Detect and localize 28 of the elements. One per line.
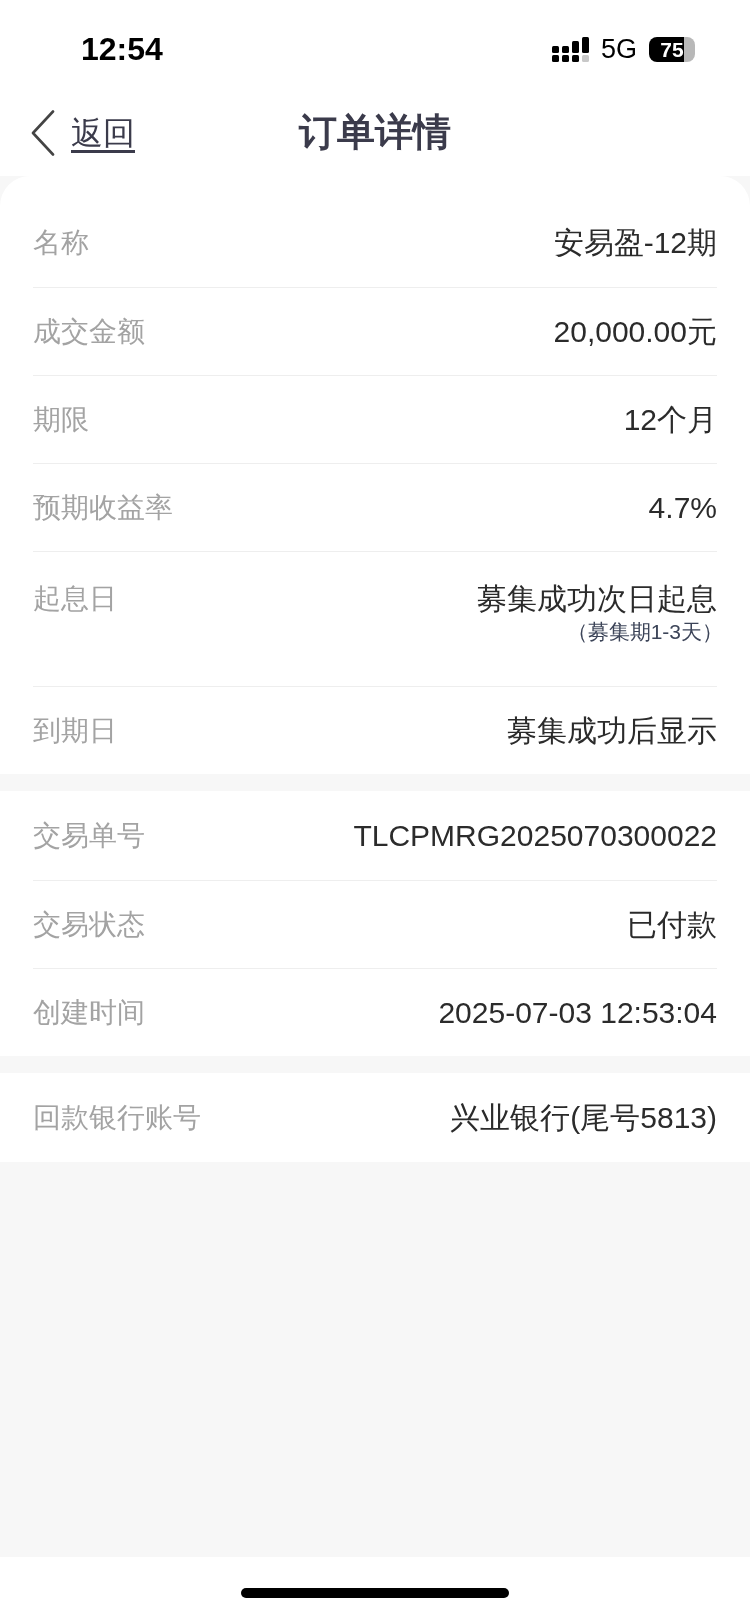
field-value: 兴业银行(尾号5813) xyxy=(450,1102,717,1133)
field-value: 安易盈-12期 xyxy=(553,227,717,258)
field-label: 交易状态 xyxy=(33,909,145,940)
back-button[interactable]: 返回 xyxy=(31,110,135,156)
field-label: 起息日 xyxy=(33,584,117,614)
field-value: 募集成功次日起息 xyxy=(477,584,717,614)
field-label: 交易单号 xyxy=(33,820,145,851)
battery-level: 75 xyxy=(649,36,695,62)
field-value: 2025-07-03 12:53:04 xyxy=(438,997,717,1028)
field-label: 期限 xyxy=(33,404,89,435)
field-value: 12个月 xyxy=(623,404,717,435)
field-value: 募集成功后显示 xyxy=(507,715,717,746)
field-note: （募集期1-3天） xyxy=(566,619,723,645)
field-label: 创建时间 xyxy=(33,997,145,1028)
signal-icon xyxy=(551,36,589,62)
field-label: 预期收益率 xyxy=(33,492,173,523)
field-label: 回款银行账号 xyxy=(33,1102,201,1133)
chevron-left-icon xyxy=(31,110,55,156)
field-label: 到期日 xyxy=(33,715,117,746)
field-label: 名称 xyxy=(33,227,89,258)
field-value: 已付款 xyxy=(627,909,717,940)
status-time: 12:54 xyxy=(81,33,163,65)
network-type: 5G xyxy=(600,35,637,63)
field-value: 20,000.00元 xyxy=(553,316,717,347)
field-label: 成交金额 xyxy=(33,316,145,347)
page-title: 订单详情 xyxy=(299,110,451,156)
field-value: 4.7% xyxy=(648,492,717,523)
field-value: TLCPMRG2025070300022 xyxy=(353,820,717,851)
